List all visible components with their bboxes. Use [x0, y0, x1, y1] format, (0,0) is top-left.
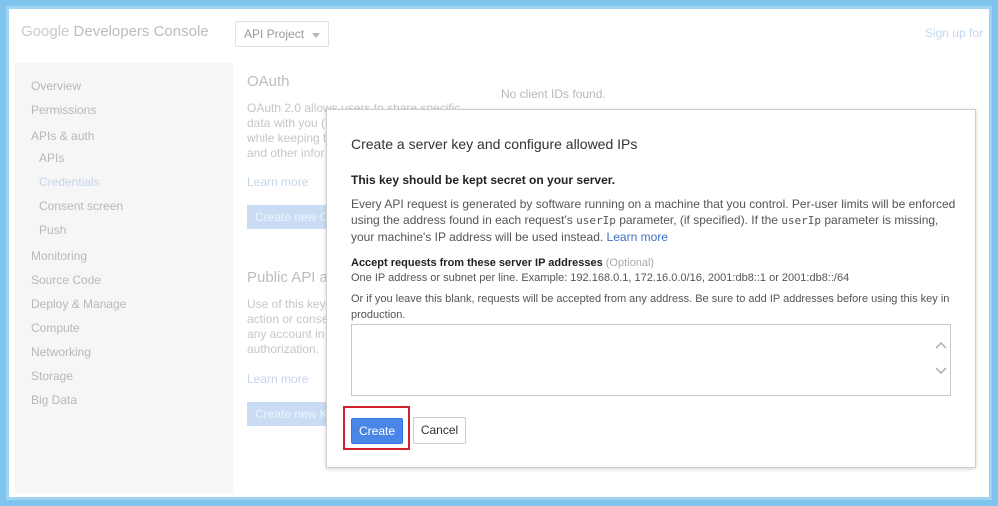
sidebar-item-networking[interactable]: Networking: [31, 345, 91, 359]
sidebar-item-apis[interactable]: APIs: [39, 151, 64, 165]
optional-tag: (Optional): [605, 257, 655, 269]
create-new-key-button[interactable]: Create new K: [247, 402, 337, 426]
sidebar-item-monitoring[interactable]: Monitoring: [31, 249, 87, 263]
sidebar-item-big-data[interactable]: Big Data: [31, 393, 77, 407]
learn-more-link[interactable]: Learn more: [607, 230, 668, 244]
sidebar-item-push[interactable]: Push: [39, 223, 66, 237]
dialog-description: Every API request is generated by softwa…: [351, 196, 957, 245]
sidebar-item-credentials[interactable]: Credentials: [39, 175, 100, 189]
dialog-warning: This key should be kept secret on your s…: [351, 173, 616, 187]
create-client-id-button[interactable]: Create new C: [247, 205, 337, 229]
public-api-title: Public API ac: [247, 269, 336, 286]
signup-link[interactable]: Sign up for: [925, 26, 983, 40]
server-key-dialog: Create a server key and configure allowe…: [326, 109, 976, 468]
description-text: parameter, (if specified). If the: [615, 213, 782, 227]
ip-field-label-text: Accept requests from these server IP add…: [351, 257, 603, 269]
logo-google-text: Google: [21, 23, 70, 40]
scroll-up-icon[interactable]: [935, 340, 947, 350]
chevron-down-icon: [312, 33, 320, 38]
project-selector[interactable]: API Project: [235, 21, 329, 47]
ip-format-hint: One IP address or subnet per line. Examp…: [351, 272, 850, 284]
userip-code: userIp: [576, 214, 616, 227]
oauth-title: OAuth: [247, 73, 290, 90]
sidebar-item-consent-screen[interactable]: Consent screen: [39, 199, 123, 213]
public-api-learn-more-link[interactable]: Learn more: [247, 372, 308, 386]
cancel-button[interactable]: Cancel: [413, 417, 466, 444]
sidebar-item-apis-auth[interactable]: APIs & auth: [31, 129, 94, 143]
ip-field-label: Accept requests from these server IP add…: [351, 257, 654, 269]
logo-product-text: Developers Console: [73, 23, 209, 40]
top-bar: Google Developers Console API Project Si…: [9, 9, 989, 61]
sidebar: Overview Permissions APIs & auth APIs Cr…: [15, 63, 229, 493]
sidebar-item-compute[interactable]: Compute: [31, 321, 80, 335]
oauth-learn-more-link[interactable]: Learn more: [247, 175, 308, 189]
sidebar-item-storage[interactable]: Storage: [31, 369, 73, 383]
blank-field-hint: Or if you leave this blank, requests wil…: [351, 293, 950, 321]
no-clients-message: No client IDs found.: [501, 87, 606, 101]
sidebar-item-source-code[interactable]: Source Code: [31, 273, 101, 287]
create-button[interactable]: Create: [351, 418, 403, 444]
sidebar-item-overview[interactable]: Overview: [31, 79, 81, 93]
console-logo[interactable]: Google Developers Console: [21, 23, 209, 40]
userip-code: userIp: [781, 214, 822, 227]
sidebar-item-permissions[interactable]: Permissions: [31, 103, 96, 117]
project-name: API Project: [244, 27, 305, 41]
scroll-down-icon[interactable]: [935, 366, 947, 376]
allowed-ips-textarea[interactable]: [351, 324, 951, 396]
sidebar-item-deploy-manage[interactable]: Deploy & Manage: [31, 297, 126, 311]
dialog-title: Create a server key and configure allowe…: [351, 136, 638, 152]
